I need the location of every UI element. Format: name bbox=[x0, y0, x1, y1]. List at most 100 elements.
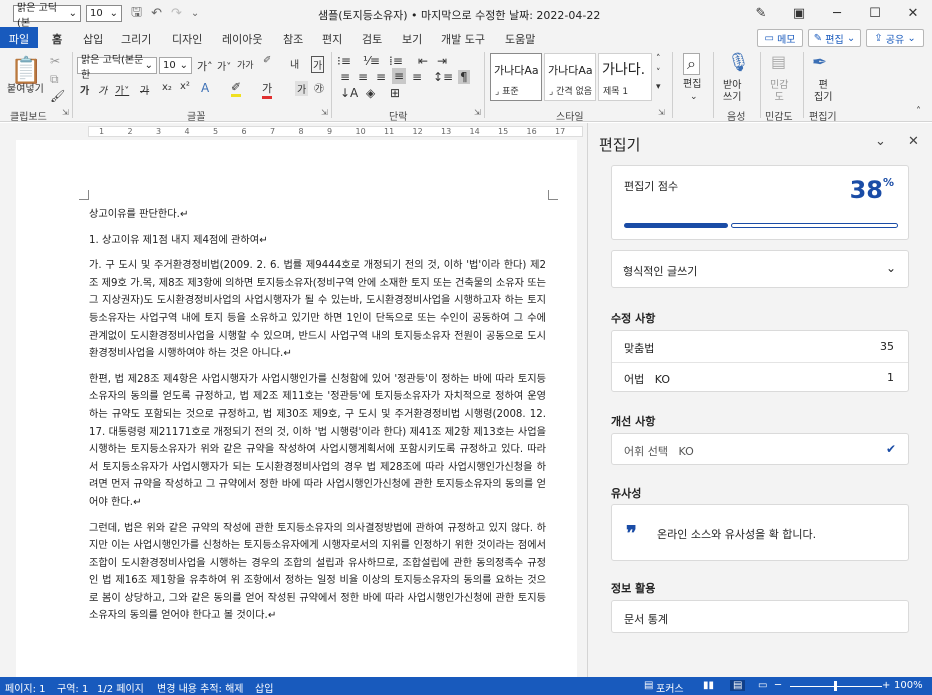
status-insert-mode[interactable]: 삽입 bbox=[255, 680, 273, 695]
share-button[interactable]: ⇪ 공유 ⌄ bbox=[866, 29, 924, 47]
increase-indent-icon[interactable]: ⇥ bbox=[437, 54, 447, 68]
minimize-icon[interactable]: ─ bbox=[818, 6, 856, 21]
undo-icon[interactable]: ↶ bbox=[151, 6, 162, 21]
multilevel-list-icon[interactable]: ⁞≡ bbox=[389, 54, 403, 68]
borders-icon[interactable]: ⊞ bbox=[390, 86, 400, 100]
tab-help[interactable]: 도움말 bbox=[505, 29, 535, 49]
quick-font-box[interactable]: 맑은 고딕(본 ⌄ bbox=[13, 3, 81, 29]
status-page[interactable]: 페이지: 1 bbox=[5, 680, 46, 695]
quick-size-box[interactable]: 10 ⌄ bbox=[86, 5, 122, 22]
tab-references[interactable]: 참조 bbox=[283, 29, 303, 49]
chevron-down-icon[interactable]: ⌄ bbox=[875, 134, 886, 149]
redo-icon[interactable]: ↷ bbox=[171, 6, 182, 21]
styles-scroll-up-icon[interactable]: ˄ bbox=[656, 54, 661, 64]
tab-developer[interactable]: 개발 도구 bbox=[441, 29, 485, 49]
styles-more-icon[interactable]: ▾ bbox=[656, 82, 661, 92]
editing-label[interactable]: 편집 bbox=[683, 79, 701, 91]
dialog-launcher-icon[interactable]: ⇲ bbox=[658, 108, 665, 117]
style-no-spacing[interactable]: 가나다AaE ⌟ 간격 없음 bbox=[544, 53, 596, 101]
save-icon[interactable]: 🖫 bbox=[131, 3, 142, 25]
status-track-changes[interactable]: 변경 내용 추적: 해제 bbox=[157, 680, 244, 695]
customize-icon[interactable]: ⌄ bbox=[191, 8, 199, 19]
style-heading-1[interactable]: 가나다. 제목 1 bbox=[598, 53, 652, 101]
tab-draw[interactable]: 그리기 bbox=[121, 29, 151, 49]
dialog-launcher-icon[interactable]: ⇲ bbox=[62, 108, 69, 117]
bullets-icon[interactable]: ⁝≡ bbox=[337, 54, 351, 68]
doc-paragraph[interactable]: 한편, 법 제28조 제4항은 사업시행자가 사업시행인가를 신청함에 있어 '… bbox=[89, 371, 546, 512]
distributed-icon[interactable]: ≡ bbox=[412, 70, 422, 84]
char-shading-icon[interactable]: 가 bbox=[295, 81, 309, 96]
line-spacing-icon[interactable]: ↕≡ bbox=[433, 70, 453, 84]
status-section[interactable]: 구역: 1 bbox=[57, 680, 88, 695]
writing-style-dropdown[interactable]: 형식적인 글쓰기 ⌄ bbox=[611, 250, 909, 288]
document-stats-card[interactable]: 문서 통계 bbox=[611, 600, 909, 633]
numbering-icon[interactable]: ⅟≡ bbox=[363, 54, 380, 68]
align-right-icon[interactable]: ≡ bbox=[376, 70, 386, 84]
underline-icon[interactable]: 가˅ bbox=[115, 82, 129, 97]
correction-row-spelling[interactable]: 맞춤법 35 bbox=[612, 331, 908, 362]
grow-font-icon[interactable]: 가˄ bbox=[197, 58, 213, 74]
editor-icon[interactable]: ✒ bbox=[812, 52, 827, 73]
document-body[interactable]: 상고이유를 판단한다.↵ 1. 상고이유 제1점 내지 제4점에 관하여↵ 가.… bbox=[89, 206, 546, 633]
font-name-box[interactable]: 맑은 고딕(본문 한 ⌄ bbox=[77, 55, 157, 81]
pen-icon[interactable]: ✎ bbox=[742, 6, 780, 21]
refinement-vocabulary[interactable]: 어휘 선택 KO ✔ bbox=[611, 433, 909, 465]
subscript-icon[interactable]: x₂ bbox=[162, 82, 172, 93]
char-border-icon[interactable]: 가 bbox=[311, 56, 325, 73]
copy-icon[interactable]: ⧉ bbox=[50, 72, 59, 87]
comments-button[interactable]: ▭ 메모 bbox=[757, 29, 803, 47]
clear-format-icon[interactable]: ✐ bbox=[263, 55, 271, 66]
paste-icon[interactable]: 📋 bbox=[10, 56, 42, 86]
zoom-in-icon[interactable]: + bbox=[882, 680, 890, 691]
vertical-scrollbar[interactable] bbox=[577, 140, 587, 677]
tab-design[interactable]: 디자인 bbox=[172, 29, 202, 49]
align-left-icon[interactable]: ≡ bbox=[340, 70, 350, 84]
text-effects-icon[interactable]: A bbox=[201, 81, 209, 95]
document-area[interactable]: 상고이유를 판단한다.↵ 1. 상고이유 제1점 내지 제4점에 관하여↵ 가.… bbox=[0, 140, 587, 677]
sort-icon[interactable]: ↓A bbox=[340, 86, 358, 100]
dialog-launcher-icon[interactable]: ⇲ bbox=[321, 108, 328, 117]
phonetic-icon[interactable]: 내 bbox=[290, 56, 299, 71]
tab-file[interactable]: 파일 bbox=[0, 27, 38, 48]
tab-view[interactable]: 보기 bbox=[402, 29, 422, 49]
microphone-icon[interactable]: 🎙 bbox=[727, 52, 750, 73]
correction-row-grammar[interactable]: 어법 KO 1 bbox=[612, 362, 908, 393]
styles-scroll-down-icon[interactable]: ˅ bbox=[656, 68, 661, 78]
show-marks-icon[interactable]: ¶ bbox=[458, 70, 470, 84]
doc-paragraph[interactable]: 가. 구 도시 및 주거환경정비법(2009. 2. 6. 법률 제9444호로… bbox=[89, 257, 546, 363]
format-painter-icon[interactable]: 🖌 bbox=[50, 89, 65, 103]
dialog-launcher-icon[interactable]: ⇲ bbox=[474, 108, 481, 117]
ribbon-display-icon[interactable]: ▣ bbox=[780, 6, 818, 21]
tab-insert[interactable]: 삽입 bbox=[83, 29, 103, 49]
tab-layout[interactable]: 레이아웃 bbox=[222, 29, 262, 49]
editor-score-card[interactable]: 편집기 점수 38% bbox=[611, 165, 909, 240]
highlight-icon[interactable]: ✐ bbox=[231, 80, 242, 97]
font-color-icon[interactable]: 가 bbox=[262, 80, 273, 99]
editing-mode-button[interactable]: ✎ 편집 ⌄ bbox=[808, 29, 861, 47]
status-page-count[interactable]: 1/2 페이지 bbox=[97, 680, 144, 695]
doc-paragraph[interactable]: 상고이유를 판단한다.↵ bbox=[89, 206, 546, 224]
close-icon[interactable]: ✕ bbox=[908, 134, 919, 149]
shrink-font-icon[interactable]: 가˅ bbox=[217, 58, 231, 73]
align-center-icon[interactable]: ≡ bbox=[358, 70, 368, 84]
doc-paragraph[interactable]: 그런데, 법은 위와 같은 규약의 작성에 관한 토지등소유자의 의사결정방법에… bbox=[89, 520, 546, 626]
bold-icon[interactable]: 가 bbox=[80, 82, 89, 97]
superscript-icon[interactable]: x² bbox=[180, 81, 190, 92]
font-size-box[interactable]: 10 ⌄ bbox=[159, 57, 192, 74]
zoom-slider-thumb[interactable] bbox=[834, 681, 837, 691]
justify-icon[interactable]: ≡ bbox=[392, 68, 407, 84]
maximize-icon[interactable]: ☐ bbox=[856, 6, 894, 21]
tab-mailings[interactable]: 편지 bbox=[322, 29, 342, 49]
similarity-check-card[interactable]: ❞ 온라인 소스와 유사성을 확 합니다. bbox=[611, 504, 909, 561]
print-layout-icon[interactable]: ▤ bbox=[730, 680, 746, 691]
status-zoom[interactable]: 100% bbox=[894, 680, 923, 691]
zoom-out-icon[interactable]: ─ bbox=[775, 680, 781, 691]
read-mode-icon[interactable]: ▮▮ bbox=[703, 680, 714, 691]
doc-paragraph[interactable]: 1. 상고이유 제1점 내지 제4점에 관하여↵ bbox=[89, 232, 546, 250]
close-icon[interactable]: ✕ bbox=[894, 6, 932, 21]
collapse-ribbon-icon[interactable]: ˄ bbox=[916, 106, 921, 117]
web-layout-icon[interactable]: ▭ bbox=[758, 680, 767, 691]
search-icon[interactable]: ⌕ bbox=[683, 53, 700, 75]
sensitivity-icon[interactable]: ▤ bbox=[771, 52, 786, 71]
enclosed-char-icon[interactable]: ㉮ bbox=[314, 80, 324, 95]
